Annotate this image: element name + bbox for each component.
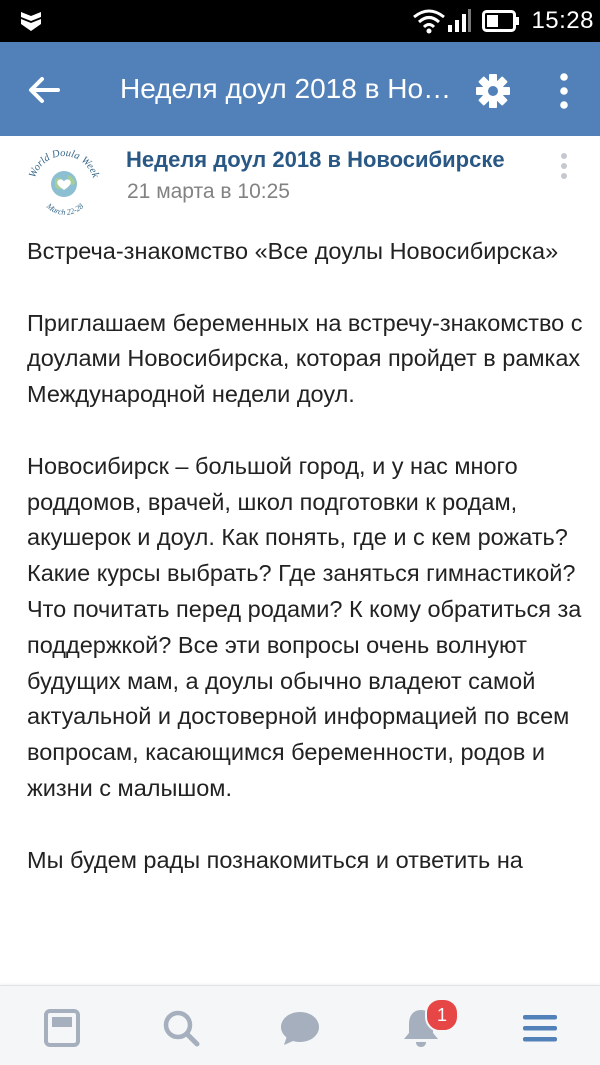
nav-messages-button[interactable] [276,1004,324,1052]
vk-notification-icon [21,12,41,31]
news-icon [44,1009,80,1047]
search-icon [163,1010,200,1047]
battery-icon [482,10,519,32]
signal-icon [448,9,471,32]
screen: 15:28 Неделя доул 2018 в Новосибирске [0,0,600,1065]
wifi-icon [413,9,445,34]
chat-bubble-icon [281,1012,319,1045]
globe-heart-icon [51,171,77,197]
post-paragraph: Мы будем рады познакомиться и ответить н… [27,846,523,873]
svg-text:March 22-28: March 22-28 [44,201,85,217]
more-vertical-icon [561,153,567,179]
back-button[interactable] [20,66,68,114]
post-body: Встреча-знакомство «Все доулы Новосибирс… [27,234,583,914]
nav-menu-button[interactable] [516,1004,564,1052]
avatar-text-bottom: March 22-28 [44,201,85,217]
arrow-left-icon [29,77,60,103]
post-paragraph: Встреча-знакомство «Все доулы Новосибирс… [27,238,559,264]
settings-button[interactable] [470,68,516,114]
page-title: Неделя доул 2018 в Новосибирске [120,73,460,104]
nav-notifications-button[interactable]: 1 [397,998,459,1052]
bottom-nav: 1 [0,985,600,1065]
more-vertical-icon [560,73,568,109]
notification-badge: 1 [425,998,459,1032]
avatar[interactable]: World Doula Week March 22-28 [22,146,106,218]
gear-icon [476,74,510,108]
status-clock: 15:28 [531,7,594,34]
app-bar: Неделя доул 2018 в Новосибирске [0,42,600,136]
post-menu-button[interactable] [552,144,576,188]
more-options-button[interactable] [548,68,580,114]
post-date: 21 марта в 10:25 [127,180,290,203]
status-bar: 15:28 [0,0,600,42]
post-author-link[interactable]: Неделя доул 2018 в Новосибирске [126,146,526,174]
post-paragraph: Приглашаем беременных на встречу-знакомс… [27,309,583,408]
nav-search-button[interactable] [157,1004,205,1052]
post-header: World Doula Week March 22-28 Неделя доул… [0,136,600,218]
nav-news-button[interactable] [38,1004,86,1052]
post-paragraph: Новосибирск – большой город, и у нас мно… [27,452,582,801]
hamburger-menu-icon [523,1015,557,1042]
